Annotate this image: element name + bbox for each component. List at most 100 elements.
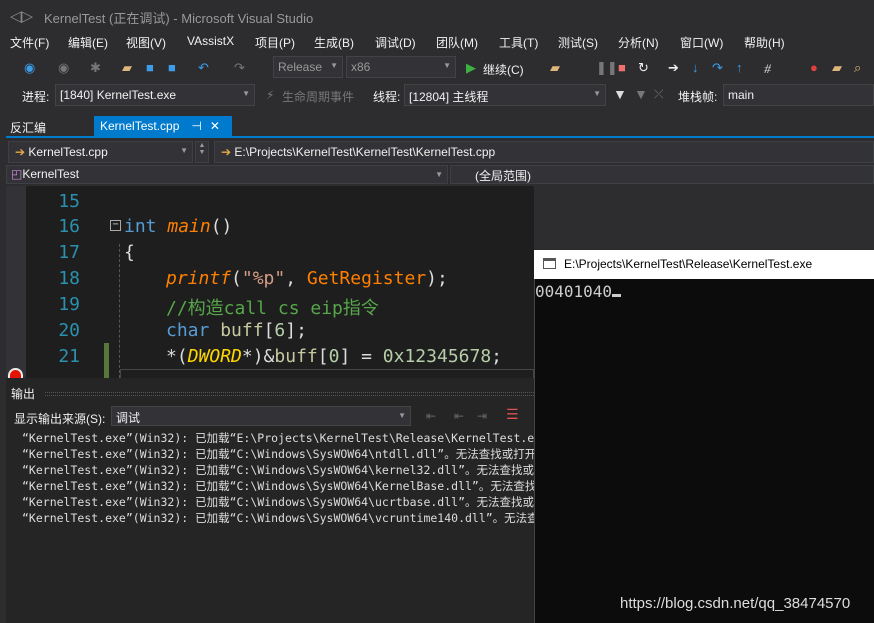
path-select[interactable]: ➔ E:\Projects\KernelTest\KernelTest\Kern… (214, 141, 874, 163)
window-title: KernelTest (正在调试) - Microsoft Visual Stu… (44, 11, 314, 26)
restart-icon[interactable]: ↻ (638, 60, 649, 76)
back-icon[interactable]: ◉ (24, 60, 35, 76)
filter-icon[interactable]: ▼ (613, 86, 627, 102)
filter-flag-icon[interactable]: ▼ (634, 86, 648, 102)
close-icon[interactable]: ✕ (210, 119, 220, 133)
thread-select[interactable]: [12804] 主线程 ▼ (404, 84, 606, 106)
debug-location-toolbar: 进程: [1840] KernelTest.exe ▼ ⚡ 生命周期事件 线程: … (0, 83, 874, 109)
open-file-vax-icon[interactable]: ▰ (832, 60, 842, 76)
previous-message-icon[interactable]: ⇤ (454, 409, 464, 423)
menu-window[interactable]: 窗口(W) (680, 34, 723, 51)
stack-frame-select[interactable]: main (723, 84, 874, 106)
tab-disassembly[interactable]: 反汇编 (10, 119, 46, 136)
scroll-stepper[interactable]: ▲ ▼ (195, 141, 209, 163)
watermark: https://blog.csdn.net/qq_38474570 (620, 595, 851, 612)
current-line-highlight (120, 369, 534, 378)
scope-value: (全局范围) (475, 169, 531, 183)
menu-debug[interactable]: 调试(D) (375, 34, 416, 51)
stack-frame-value: main (728, 88, 755, 102)
file-select[interactable]: ➔ KernelTest.cpp ▼ (8, 141, 193, 163)
forward-icon[interactable]: ◉ (58, 60, 69, 76)
menu-tools[interactable]: 工具(T) (499, 34, 538, 51)
step-out-icon[interactable]: ↑ (736, 60, 743, 75)
menu-build[interactable]: 生成(B) (314, 34, 354, 51)
console-window[interactable] (534, 250, 874, 623)
output-line: “KernelTest.exe”(Win32): 已加载“E:\Projects… (22, 431, 534, 445)
chevron-down-icon: ▼ (330, 61, 338, 70)
undo-icon[interactable]: ↶ (198, 60, 209, 76)
hex-display-icon[interactable]: ⧣ (764, 60, 771, 76)
console-title-bar[interactable]: E:\Projects\KernelTest\Release\KernelTes… (534, 250, 874, 279)
step-into-icon[interactable]: ↓ (692, 60, 699, 75)
stack-frame-label: 堆栈帧: (678, 90, 718, 104)
code-line-16: int main() (124, 216, 233, 237)
menu-edit[interactable]: 编辑(E) (68, 34, 108, 51)
pin-icon[interactable]: ⊣ (191, 119, 201, 133)
redo-icon[interactable]: ↷ (234, 60, 245, 76)
continue-icon[interactable]: ▶ (466, 60, 476, 76)
configuration-select[interactable]: Release ▼ (273, 56, 343, 78)
output-source-select[interactable]: 调试 ▼ (111, 406, 411, 426)
collapse-icon[interactable]: − (110, 220, 121, 231)
line-number: 21 (58, 346, 80, 367)
menu-team[interactable]: 团队(M) (436, 34, 478, 51)
continue-button[interactable]: 继续(C) (483, 61, 524, 78)
configuration-value: Release (278, 60, 323, 74)
process-select[interactable]: [1840] KernelTest.exe ▼ (55, 84, 255, 106)
chevron-down-icon: ▼ (593, 89, 601, 98)
breakpoint-margin[interactable] (6, 186, 26, 378)
find-symbol-icon[interactable]: ⌕ (854, 60, 861, 76)
menu-project[interactable]: 项目(P) (255, 34, 295, 51)
next-message-icon[interactable]: ⇥ (477, 409, 487, 423)
line-number: 20 (58, 320, 80, 341)
output-source-label: 显示输出来源(S): (14, 412, 106, 426)
menu-view[interactable]: 视图(V) (126, 34, 166, 51)
menu-file[interactable]: 文件(F) (10, 34, 49, 51)
menu-help[interactable]: 帮助(H) (744, 34, 785, 51)
console-icon (543, 258, 556, 269)
process-value: [1840] KernelTest.exe (60, 88, 177, 102)
console-output-text: 00401040 (535, 282, 613, 301)
output-source-value: 调试 (116, 411, 141, 425)
line-number: 19 (58, 294, 80, 315)
scope-select[interactable]: (全局范围) (450, 165, 874, 184)
output-line: “KernelTest.exe”(Win32): 已加载“C:\Windows\… (22, 447, 534, 461)
new-project-icon[interactable]: ✱ (90, 60, 101, 76)
code-line-18: printf("%p", GetRegister); (166, 268, 448, 289)
change-indicator (104, 343, 109, 378)
breakpoint-icon[interactable] (8, 368, 23, 378)
menu-analyze[interactable]: 分析(N) (618, 34, 659, 51)
collapse-stack-icon[interactable]: ⤫ (654, 87, 664, 102)
project-value: KernelTest (22, 167, 80, 181)
menu-vassistx[interactable]: VAssistX (187, 34, 234, 48)
tab-kerneltest-cpp[interactable]: KernelTest.cpp ⊣ ✕ (94, 116, 232, 137)
code-line-17: { (124, 242, 135, 263)
project-select[interactable]: ◰KernelTest ▼ (6, 165, 448, 184)
lifecycle-events-button[interactable]: 生命周期事件 (282, 88, 354, 105)
open-file-icon[interactable]: ▰ (122, 60, 132, 76)
pause-icon[interactable]: ❚❚ (596, 60, 618, 76)
line-number: 17 (58, 242, 80, 263)
clear-all-icon[interactable]: ☰ (506, 406, 519, 423)
code-line-20: char buff[6]; (166, 320, 307, 341)
platform-select[interactable]: x86 ▼ (346, 56, 456, 78)
output-text[interactable]: “KernelTest.exe”(Win32): 已加载“E:\Projects… (22, 430, 534, 526)
panel-grip[interactable] (45, 392, 534, 396)
show-next-statement-icon[interactable]: ➔ (668, 60, 679, 76)
step-over-icon[interactable]: ↷ (712, 60, 723, 76)
platform-value: x86 (351, 60, 371, 74)
tomato-icon[interactable]: ● (810, 60, 818, 75)
console-title: E:\Projects\KernelTest\Release\KernelTes… (564, 257, 813, 271)
output-title: 输出 (11, 387, 36, 401)
line-number: 18 (58, 268, 80, 289)
output-line: “KernelTest.exe”(Win32): 已加载“C:\Windows\… (22, 511, 534, 525)
find-icon[interactable]: ▰ (550, 60, 560, 76)
menu-test[interactable]: 测试(S) (558, 34, 598, 51)
save-all-icon[interactable]: ■ (168, 60, 176, 75)
go-to-line-icon[interactable]: ⇤ (426, 409, 436, 423)
save-icon[interactable]: ■ (146, 60, 154, 75)
output-line: “KernelTest.exe”(Win32): 已加载“C:\Windows\… (22, 479, 534, 493)
standard-toolbar: ◉ ◉ ✱ ▰ ■ ■ ↶ ↷ Release ▼ x86 ▼ ▶ 继续(C) ▰ … (0, 54, 874, 82)
tab-label: KernelTest.cpp (100, 119, 180, 133)
stop-icon[interactable]: ■ (618, 60, 626, 75)
